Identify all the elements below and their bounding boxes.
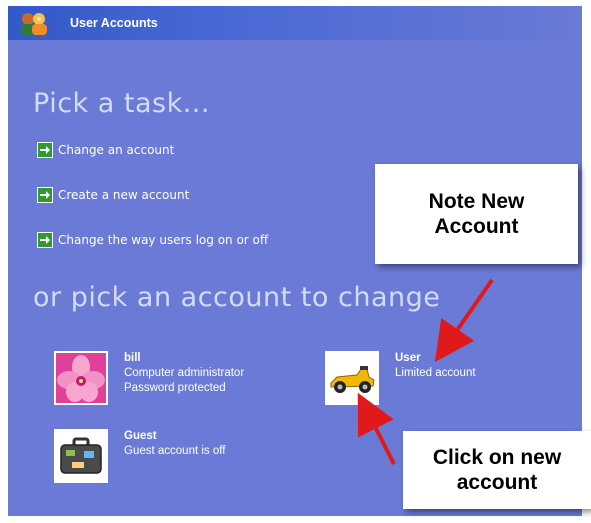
annotation-arrow-note [434,278,494,363]
annotation-arrows [357,278,494,465]
annotation-arrow-click [357,392,396,465]
